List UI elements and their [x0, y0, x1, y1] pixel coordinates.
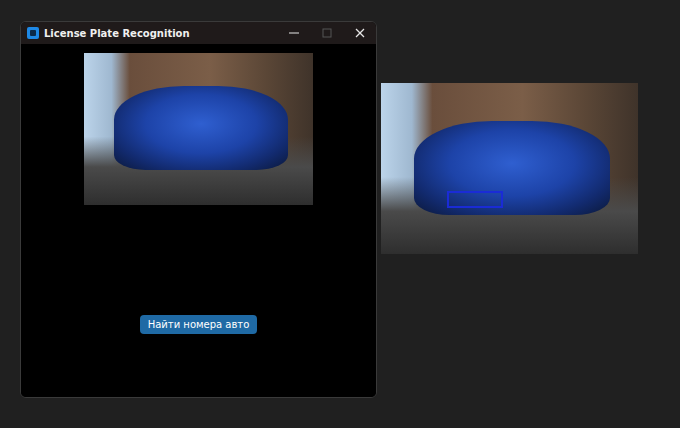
source-photo [84, 53, 313, 205]
result-photo [381, 83, 638, 254]
plate-detection-box [447, 191, 503, 208]
maximize-icon [322, 28, 332, 38]
close-icon [355, 28, 365, 38]
maximize-button [310, 22, 343, 44]
app-icon [27, 27, 39, 39]
car-shape [114, 86, 288, 170]
title-bar: License Plate Recognition [21, 22, 376, 44]
desktop: License Plate Recognition Найти номера ав… [0, 0, 680, 428]
window-title: License Plate Recognition [44, 28, 190, 39]
find-plates-button[interactable]: Найти номера авто [140, 315, 258, 334]
app-window: License Plate Recognition Найти номера ав… [20, 21, 377, 398]
close-button[interactable] [343, 22, 376, 44]
minimize-icon [289, 28, 299, 38]
window-body: Найти номера авто [21, 44, 376, 397]
car-shape [414, 121, 609, 215]
minimize-button[interactable] [277, 22, 310, 44]
